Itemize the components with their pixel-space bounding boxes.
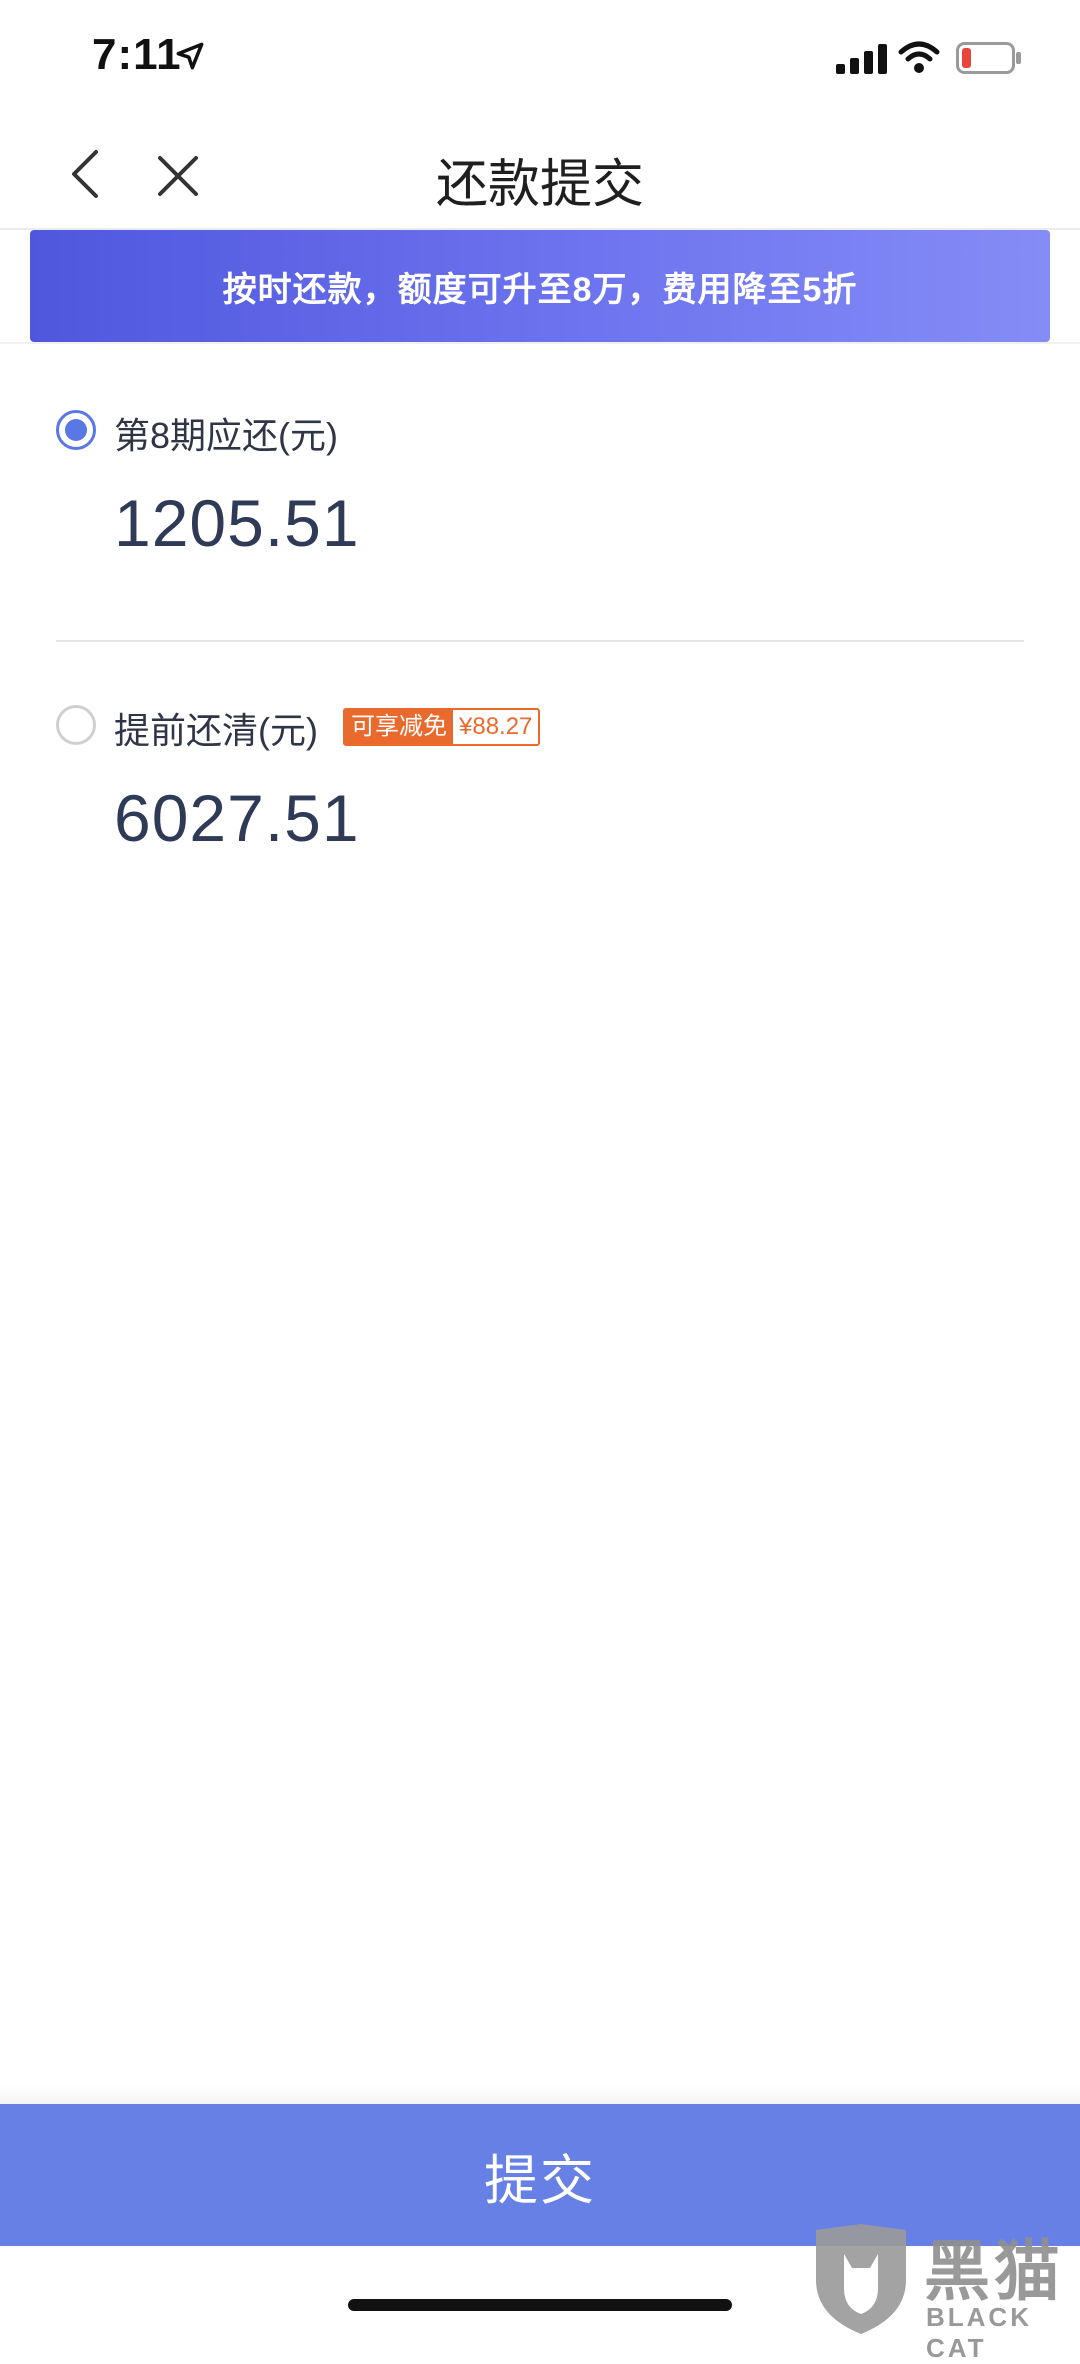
option-divider [56,640,1024,642]
location-arrow-icon [176,42,204,70]
discount-badge: 可享减免 ¥88.27 [343,708,541,746]
discount-badge-value: ¥88.27 [453,710,539,744]
section-divider [0,342,1080,344]
home-indicator[interactable] [348,2299,732,2311]
status-time: 7:11 [92,30,182,79]
nav-bar: 还款提交 [0,120,1080,230]
bottom-shadow [0,2085,1080,2105]
watermark-cn: 黑猫 [924,2234,1064,2308]
wifi-icon [898,41,940,73]
option-label: 提前还清(元) [114,710,318,751]
page-title: 还款提交 [435,156,644,214]
option-amount: 6027.51 [114,781,360,855]
cat-shield-logo-icon [816,2224,906,2334]
watermark: 黑猫 BLACK CAT [808,2218,1080,2363]
battery-low-icon [956,42,1021,74]
promo-banner: 按时还款，额度可升至8万，费用降至5折 [30,230,1050,342]
promo-banner-text: 按时还款，额度可升至8万，费用降至5折 [222,270,858,309]
cellular-signal-icon [836,44,887,74]
radio-selected[interactable] [56,410,96,450]
option-amount: 1205.51 [114,486,360,560]
radio-unselected[interactable] [56,705,96,745]
watermark-en: BLACK CAT [926,2302,1032,2363]
status-bar: 7:11 [0,0,1080,120]
option-label: 第8期应还(元) [114,415,338,456]
discount-badge-label: 可享减免 [345,710,453,744]
